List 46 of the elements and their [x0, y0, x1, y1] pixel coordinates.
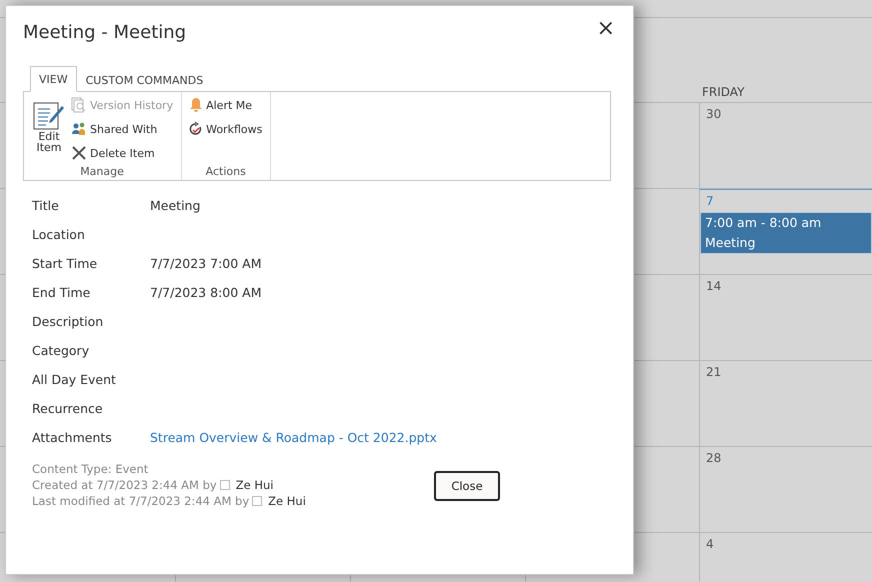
user-name: Ze Hui [236, 478, 274, 492]
ribbon-button[interactable]: Alert Me [189, 95, 262, 115]
day-number: 30 [705, 107, 722, 121]
ribbon-tab[interactable]: VIEW [30, 66, 77, 92]
day-number: 14 [705, 279, 722, 293]
field-label: Location [32, 227, 86, 242]
field-label: Category [32, 343, 90, 358]
field-label: Attachments [32, 430, 113, 445]
user-name: Ze Hui [268, 494, 306, 508]
day-heading: FRIDAY [702, 85, 744, 99]
attachment-link[interactable]: Stream Overview & Roadmap - Oct 2022.pptx [150, 430, 615, 445]
day-number: 21 [705, 365, 722, 379]
group-label: Actions [204, 165, 247, 180]
modified-info: Last modified at 7/7/2023 2:44 AM by [32, 494, 250, 508]
close-button[interactable]: × [596, 20, 615, 38]
user-presence-icon [220, 480, 230, 490]
field-label: Start Time [32, 256, 98, 271]
day-number: 28 [705, 451, 722, 465]
close-button[interactable]: Close [434, 471, 500, 501]
ribbon-button[interactable]: Workflows [189, 119, 262, 139]
created-info: Created at 7/7/2023 2:44 AM by [32, 478, 217, 492]
field-label: End Time [32, 285, 92, 300]
calendar-event[interactable]: 7:00 am - 8:00 am Meeting [700, 212, 872, 254]
field-label: Description [32, 314, 104, 329]
day-number: 7 [705, 194, 715, 208]
document-search-icon [71, 97, 87, 113]
field-label: Title [32, 198, 60, 213]
day-number: 4 [705, 537, 715, 551]
dialog-title: Meeting - Meeting [23, 22, 186, 43]
field-value: Meeting [150, 198, 202, 213]
ribbon-button[interactable]: Edit Item [31, 95, 67, 165]
ribbon-button[interactable]: Delete Item [71, 143, 174, 163]
field-value: 7/7/2023 7:00 AM [150, 256, 262, 271]
people-icon [71, 121, 87, 137]
field-label: Recurrence [32, 401, 104, 416]
content-type: Content Type: Event [32, 462, 148, 476]
user-presence-icon [252, 496, 262, 506]
ribbon-tab[interactable]: CUSTOM COMMANDS [76, 66, 212, 92]
refresh-check-icon [189, 121, 204, 137]
field-value: 7/7/2023 8:00 AM [150, 285, 262, 300]
ribbon-button[interactable]: Shared With [71, 119, 174, 139]
delete-icon [71, 145, 87, 161]
document-edit-icon [33, 101, 65, 131]
group-label: Manage [79, 165, 125, 180]
field-label: All Day Event [32, 372, 117, 387]
bell-icon [189, 97, 204, 113]
